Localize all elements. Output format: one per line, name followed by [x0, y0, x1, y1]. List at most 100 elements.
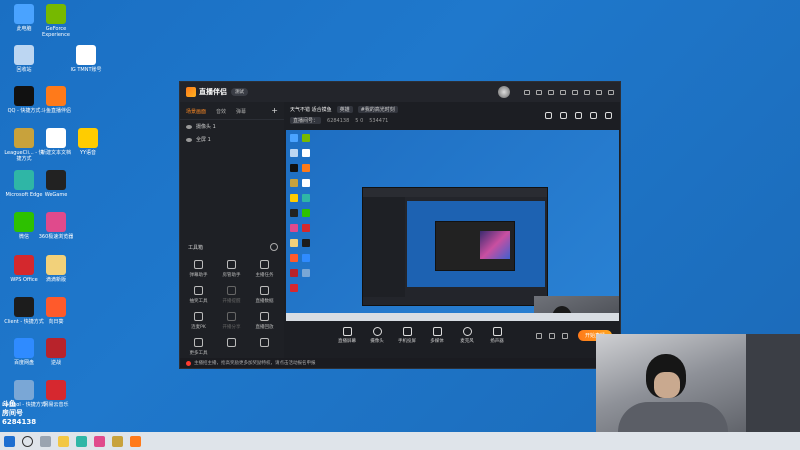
room-category[interactable]: 英雄 [336, 106, 353, 113]
scene-panel: 场景画面 音效 弹幕 + 摄像头 1 全屏 1 工具箱 弹幕助手 房管助手 主播任务… [180, 102, 284, 360]
stream-header-icons [545, 112, 612, 119]
tool-item[interactable]: 抽奖工具 [182, 286, 215, 304]
camera-toggle-icon[interactable] [536, 333, 542, 339]
tool-item[interactable]: 开播分享 [215, 312, 248, 330]
skin-icon[interactable] [548, 89, 554, 95]
menu-icon[interactable] [572, 89, 578, 95]
netease-music-icon [46, 380, 66, 400]
nested-app-preview [362, 187, 548, 306]
qq-icon [14, 86, 34, 106]
recycle-bin-icon [14, 45, 34, 65]
message-icon[interactable] [524, 89, 530, 95]
tool-item[interactable]: 开播提醒 [215, 286, 248, 304]
yy-icon [78, 128, 98, 148]
document-icon [76, 45, 96, 65]
tool-item[interactable]: 房管助手 [215, 260, 248, 278]
toolbox-grid: 弹幕助手 房管助手 主播任务抽奖工具 开播提醒 直播数据连麦PK 开播分享 直播回放更多工具 [182, 260, 282, 356]
toolbox-settings-icon[interactable] [270, 243, 278, 251]
tool-item[interactable]: 直播数据 [248, 286, 281, 304]
tool-item[interactable]: 更多工具 [182, 338, 215, 356]
wechat-icon [14, 212, 34, 232]
version-pill[interactable]: 测试 [231, 88, 248, 96]
screen-capture-button[interactable]: 直播屏幕 [336, 326, 358, 344]
desktop-icon[interactable]: 网易云音乐 [34, 380, 78, 408]
desktop-icon[interactable]: 逆战 [34, 338, 78, 366]
lock-icon[interactable] [560, 112, 567, 119]
tool-item[interactable]: 直播回放 [248, 312, 281, 330]
close-icon[interactable] [608, 89, 614, 95]
tool-label: 直播回放 [255, 325, 274, 330]
netease-music-icon [290, 284, 298, 292]
preview-eye-icon[interactable] [549, 333, 555, 339]
live-streaming-app-window[interactable]: 直播伴侣 测试 场景画面 音效 弹幕 + 摄像头 1 全屏 1 工具箱 弹幕助手… [179, 81, 621, 369]
desktop-icon[interactable]: 向日葵 [34, 297, 78, 325]
desktop-icon[interactable]: IG TMNT账号 [64, 45, 108, 73]
tool-icon [227, 338, 236, 347]
status-text[interactable]: 主播招主播，抢高奖励更多加奖励特权，请点击活动报名申报 [194, 360, 316, 366]
nvidia-icon [46, 4, 66, 24]
tool-label: 弹幕助手 [189, 273, 208, 278]
record-icon[interactable] [575, 112, 582, 119]
desktop-icon[interactable]: WeGame [34, 170, 78, 198]
source-item-camera[interactable]: 摄像头 1 [180, 120, 284, 133]
scene-tabs: 场景画面 音效 弹幕 + [180, 102, 284, 120]
app-titlebar[interactable]: 直播伴侣 测试 [180, 82, 620, 102]
edge-icon[interactable] [72, 432, 90, 450]
desktop-icon[interactable]: GeForce Experience [34, 4, 78, 38]
file-explorer-icon[interactable] [54, 432, 72, 450]
computer-icon [14, 4, 34, 24]
desktop-icon[interactable]: 回收站 [2, 45, 46, 73]
add-source-icon[interactable]: + [271, 107, 278, 115]
camera-button[interactable]: 摄像头 [366, 326, 388, 344]
room-title[interactable]: 天气不错 适合摸鱼 [290, 106, 332, 113]
desktop-icon-label: 网易云音乐 [43, 402, 69, 408]
avatar[interactable] [498, 86, 510, 98]
alert-icon [186, 360, 191, 366]
phone-cast-button[interactable]: 手机投屏 [396, 326, 418, 344]
stream-preview[interactable] [286, 130, 619, 321]
baidu-netdisk-icon [302, 254, 310, 262]
search-icon[interactable] [18, 432, 36, 450]
notification-icon[interactable] [545, 112, 552, 119]
microphone-button[interactable]: 麦克风 [456, 326, 478, 344]
tool-item[interactable] [215, 338, 248, 356]
tool-label: 直播数据 [255, 299, 274, 304]
browser-360-icon[interactable] [90, 432, 108, 450]
desktop-icon[interactable]: 滴滴新版 [34, 255, 78, 283]
settings-icon[interactable] [560, 89, 566, 95]
eye-icon[interactable] [186, 124, 192, 129]
task-view-icon[interactable] [36, 432, 54, 450]
source-item-fullscreen[interactable]: 全屏 1 [180, 133, 284, 146]
room-tag[interactable]: #我的高光时刻 [357, 106, 398, 113]
tool-item[interactable]: 弹幕助手 [182, 260, 215, 278]
speaker-button[interactable]: 扬声器 [486, 326, 508, 344]
tool-item[interactable]: 主播任务 [248, 260, 281, 278]
gift-icon[interactable] [536, 89, 542, 95]
league-icon[interactable] [108, 432, 126, 450]
speaker-icon [492, 326, 502, 336]
maximize-icon[interactable] [596, 89, 602, 95]
tab-sound[interactable]: 音效 [216, 108, 226, 115]
media-button[interactable]: 多媒体 [426, 326, 448, 344]
share-icon[interactable] [605, 112, 612, 119]
desktop-icon[interactable]: 斗鱼直播伴侣 [34, 86, 78, 114]
tool-item[interactable]: 连麦PK [182, 312, 215, 330]
client-icon [14, 297, 34, 317]
start-icon[interactable] [0, 432, 18, 450]
room-badge: 斗鱼 房间号 6284138 [2, 400, 36, 427]
eye-icon[interactable] [186, 137, 192, 142]
desktop-icon[interactable]: 360极速浏览器 [34, 212, 78, 240]
wegame-icon [46, 170, 66, 190]
gear-icon[interactable] [562, 333, 568, 339]
app-title: 直播伴侣 [199, 88, 227, 96]
room-badge-brand: 斗鱼 [2, 400, 16, 408]
tab-danmaku[interactable]: 弹幕 [236, 108, 246, 115]
file-icon [290, 239, 298, 247]
bell-icon[interactable] [590, 112, 597, 119]
tool-icon [302, 269, 310, 277]
tab-scene[interactable]: 场景画面 [186, 108, 206, 115]
minimize-icon[interactable] [584, 89, 590, 95]
douyu-icon[interactable] [126, 432, 144, 450]
desktop-icon[interactable]: YY语音 [66, 128, 110, 156]
tool-item[interactable] [248, 338, 281, 356]
